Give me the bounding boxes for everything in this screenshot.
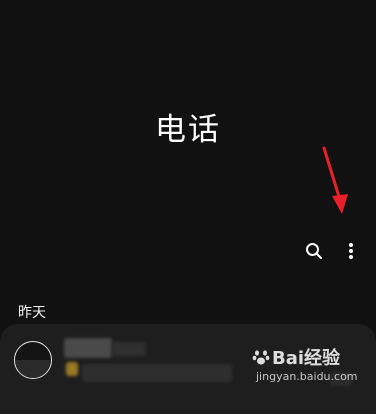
contact-name-redacted-2 [112, 342, 146, 356]
search-button[interactable] [299, 236, 329, 266]
avatar[interactable] [14, 341, 52, 379]
page-title: 电话 [155, 112, 221, 148]
more-vert-icon [349, 243, 353, 259]
search-icon [306, 243, 322, 259]
call-type-icon-redacted [66, 362, 78, 376]
watermark-url: jingyan.baidu.com [256, 370, 358, 383]
baidu-jingyan-watermark: Bai经验 jingyan.baidu.com [252, 344, 372, 394]
baidu-paw-icon [252, 350, 270, 365]
watermark-logo: Bai经验 [252, 344, 340, 370]
watermark-brand: Bai经验 [272, 348, 341, 369]
contact-name-redacted [64, 338, 112, 358]
call-detail-redacted [82, 364, 232, 382]
section-label-yesterday: 昨天 [18, 305, 46, 321]
red-arrow-annotation [322, 146, 348, 214]
more-options-button[interactable] [336, 236, 366, 266]
